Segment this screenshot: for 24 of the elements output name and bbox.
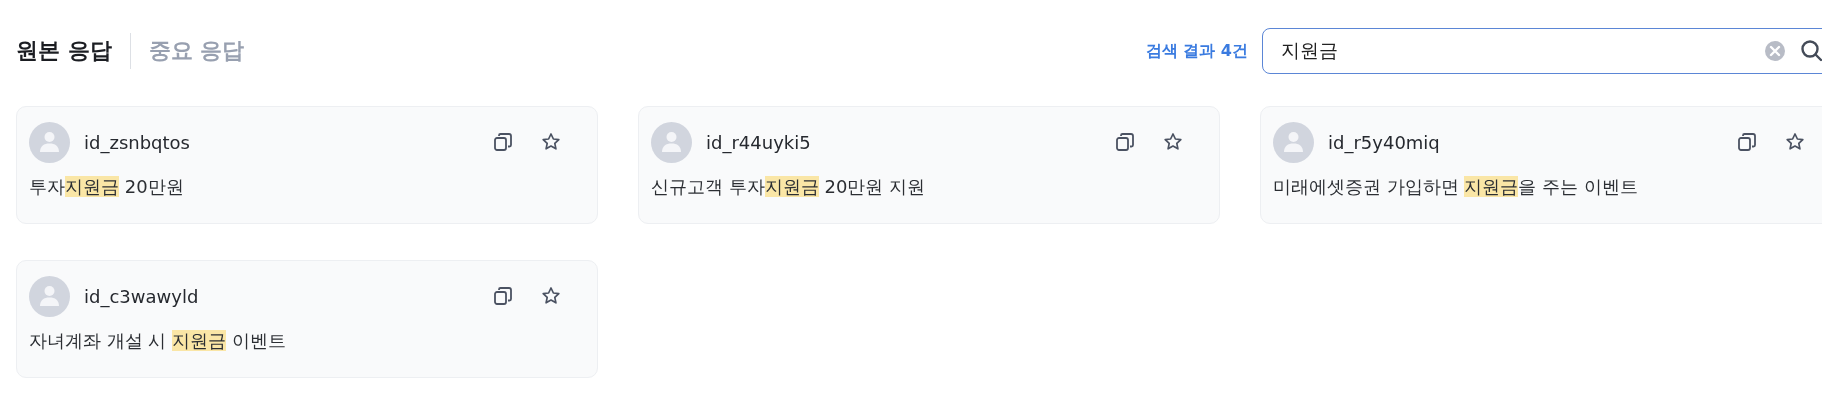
star-icon[interactable] bbox=[1163, 132, 1183, 152]
copy-icon[interactable] bbox=[1737, 132, 1757, 152]
result-count: 검색 결과 4건 bbox=[1145, 40, 1248, 62]
user-id: id_r44uyki5 bbox=[706, 131, 811, 153]
avatar-icon bbox=[1273, 121, 1314, 163]
copy-icon[interactable] bbox=[1115, 132, 1135, 152]
star-icon[interactable] bbox=[541, 286, 561, 306]
avatar-icon bbox=[29, 121, 70, 163]
response-text: 자녀계좌 개설 시 지원금 이벤트 bbox=[29, 329, 287, 353]
response-text: 투자지원금 20만원 bbox=[29, 175, 185, 199]
response-text: 미래에셋증권 가입하면 지원금을 주는 이벤트 bbox=[1273, 175, 1639, 199]
star-icon[interactable] bbox=[541, 132, 561, 152]
avatar-icon bbox=[29, 275, 70, 317]
tab[interactable]: 원본 응답 bbox=[16, 36, 112, 66]
user-id: id_c3wawyld bbox=[84, 285, 199, 307]
search-field[interactable]: 지원금 bbox=[1262, 28, 1822, 74]
user-id: id_zsnbqtos bbox=[84, 131, 190, 153]
star-icon[interactable] bbox=[1785, 132, 1805, 152]
response-text: 신규고객 투자지원금 20만원 지원 bbox=[651, 175, 927, 199]
copy-icon[interactable] bbox=[493, 132, 513, 152]
search-icon[interactable] bbox=[1800, 39, 1822, 63]
user-id: id_r5y40miq bbox=[1328, 131, 1440, 153]
avatar-icon bbox=[651, 121, 692, 163]
copy-icon[interactable] bbox=[493, 286, 513, 306]
